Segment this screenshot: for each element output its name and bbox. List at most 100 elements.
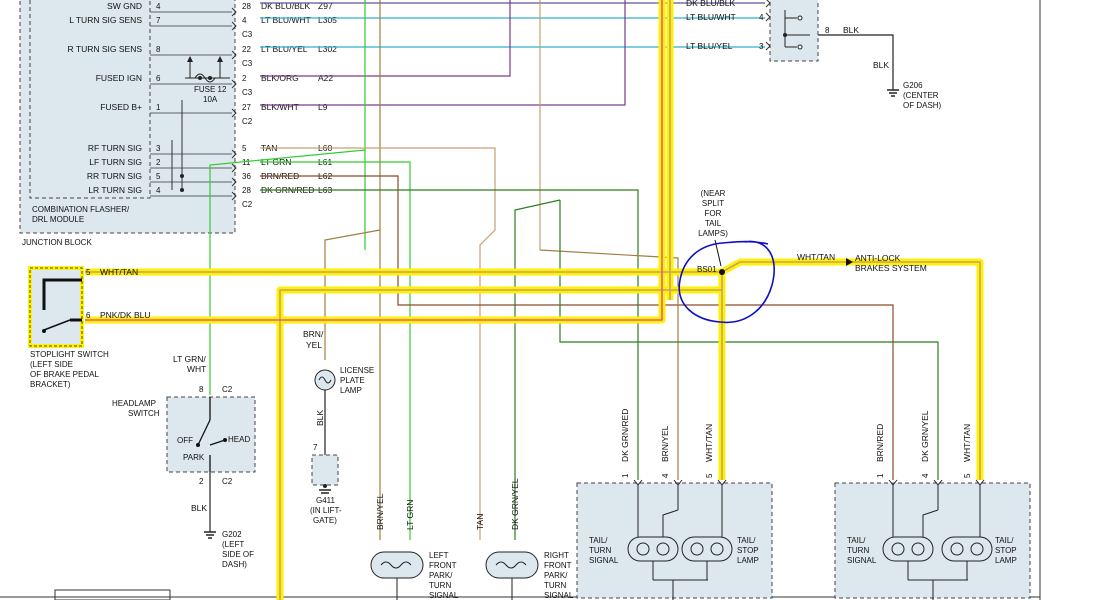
- license-wire-in-1: BRN/: [303, 329, 324, 339]
- flasher-module-title-2: DRL MODULE: [32, 215, 84, 224]
- rear-lamp-right-title: LAMP: [737, 556, 759, 565]
- right-switch-out-pin: 8: [825, 26, 830, 35]
- rear-lamp-left-title: TURN: [847, 546, 869, 555]
- jb-row-wire: BLK/ORG: [261, 73, 299, 83]
- jb-row-pin: 6: [156, 74, 161, 83]
- headlamp-wire-out: BLK: [191, 503, 207, 513]
- rear-lamp-right-title: STOP: [737, 546, 759, 555]
- g411-line2: GATE): [313, 516, 337, 525]
- jb-node-2: [180, 188, 184, 192]
- junction-block-title: JUNCTION BLOCK: [22, 238, 92, 247]
- front-lamp-title-line: SIGNAL: [429, 591, 459, 600]
- jb-row-pin: 4: [156, 186, 161, 195]
- splice-note-line: (NEAR: [701, 189, 726, 198]
- splice-note-line: TAIL: [705, 219, 722, 228]
- jb-row-label: FUSED IGN: [96, 73, 142, 83]
- jb-row-cpin: 28: [242, 2, 251, 11]
- front-lamp-wire-label: DK GRN/YEL: [510, 478, 520, 530]
- jb-row-pin: 2: [156, 158, 161, 167]
- g202-id: G202: [222, 530, 242, 539]
- wire-brn-red-rr: [260, 175, 894, 480]
- right-switch-wire: DK BLU/BLK: [686, 0, 735, 8]
- stoplight-pin6: 6: [86, 311, 91, 320]
- front-lamp-title-line: PARK/: [544, 571, 568, 580]
- jb-row-circuit: L305: [318, 15, 337, 25]
- g202-line2: SIDE OF: [222, 550, 254, 559]
- rear-lamp-stop-bulb-icon: [681, 536, 733, 562]
- license-title-3: LAMP: [340, 386, 362, 395]
- jb-row-cpin: 2: [242, 74, 247, 83]
- rear-lamp-wire-label: WHT/TAN: [962, 424, 972, 462]
- jb-row-cpin: 36: [242, 172, 251, 181]
- front-lamp-title-line: FRONT: [429, 561, 457, 570]
- right-switch-pin: 3: [759, 42, 764, 51]
- front-lamp-wire-label: TAN: [475, 514, 485, 530]
- license-wire-in-2: YEL: [306, 340, 322, 350]
- front-lamp-bulb-icon: [485, 551, 539, 579]
- jb-row-cpin: 27: [242, 103, 251, 112]
- jb-row-conn: C2: [242, 117, 253, 126]
- jb-row-conn: C3: [242, 30, 253, 39]
- right-front-lamp: TAN DK GRN/YEL RIGHTFRONTPARK/TURNSIGNAL: [475, 478, 574, 600]
- jb-row-label: RF TURN SIG: [88, 143, 142, 153]
- front-lamp-title-line: TURN: [429, 581, 451, 590]
- headlamp-park: PARK: [183, 453, 205, 462]
- jb-row-pin: 1: [156, 103, 161, 112]
- jb-row-wire: LT BLU/WHT: [261, 15, 311, 25]
- front-lamp-title-line: RIGHT: [544, 551, 569, 560]
- rear-lamp-left-title: SIGNAL: [847, 556, 877, 565]
- g206-line2: OF DASH): [903, 101, 942, 110]
- right-switch-chevron-icon: [765, 12, 771, 22]
- splice-note-line: SPLIT: [702, 199, 724, 208]
- jb-row-circuit: L9: [318, 102, 328, 112]
- jb-row-cpin: 28: [242, 186, 251, 195]
- headlamp-off: OFF: [177, 436, 193, 445]
- right-rear-lamp-assembly: 1 BRN/RED 4 DK GRN/YEL 5 WHT/TAN TAIL/TURNSIGN…: [834, 410, 1031, 600]
- rear-lamp-stop-bulb-icon: [941, 536, 993, 562]
- rear-lamp-pin: 1: [621, 473, 630, 478]
- abs-dest-2: BRAKES SYSTEM: [855, 263, 927, 273]
- rear-lamp-pin: 5: [705, 473, 714, 478]
- right-switch-wire: LT BLU/WHT: [686, 12, 736, 22]
- g202-line3: DASH): [222, 560, 247, 569]
- rear-lamp-wire-label: WHT/TAN: [704, 424, 714, 462]
- right-switch-chevron-icon: [765, 41, 771, 51]
- g206-id: G206: [903, 81, 923, 90]
- right-switch-box: [769, 0, 819, 62]
- ground-g202-icon: [204, 531, 216, 539]
- rear-lamp-wire-label: DK GRN/YEL: [920, 410, 930, 462]
- right-switch-out-wire: BLK: [843, 25, 859, 35]
- front-lamp-wire-label: LT GRN: [405, 500, 415, 530]
- g202-line1: (LEFT: [222, 540, 244, 549]
- rear-lamp-pin: 5: [963, 473, 972, 478]
- rear-lamp-left-title: SIGNAL: [589, 556, 619, 565]
- front-lamp-wire-label: BRN/YEL: [375, 493, 385, 530]
- splice-id: BS01: [697, 265, 717, 274]
- wire-brn-yel-park: [324, 229, 381, 360]
- jb-row-circuit: A22: [318, 73, 333, 83]
- fuse-name: FUSE 12: [194, 85, 227, 94]
- jb-row-pin: 3: [156, 144, 161, 153]
- rear-lamp-wire-label: DK GRN/RED: [620, 409, 630, 462]
- ground-g206-icon: [887, 89, 899, 97]
- splice-note-line: LAMPS): [698, 229, 728, 238]
- headlamp-conn-bot: C2: [222, 477, 233, 486]
- right-switch-rows: DK BLU/BLK LT BLU/WHT 4 LT BLU/YEL 3: [686, 0, 771, 51]
- jb-row-label: L TURN SIG SENS: [69, 15, 142, 25]
- jb-row-cpin: 5: [242, 144, 247, 153]
- splice-note: (NEARSPLITFORTAILLAMPS): [698, 189, 728, 238]
- jb-row-conn: C3: [242, 59, 253, 68]
- front-lamp-title-line: SIGNAL: [544, 591, 574, 600]
- front-lamp-title-line: PARK/: [429, 571, 453, 580]
- jb-row-wire: LT BLU/YEL: [261, 44, 308, 54]
- stoplight-title-line: OF BRAKE PEDAL: [30, 370, 99, 379]
- title-block-stub: [54, 589, 171, 600]
- left-front-lamp: BRN/YEL LT GRN LEFTFRONTPARK/TURNSIGNAL: [370, 493, 459, 600]
- stoplight-title-line: STOPLIGHT SWITCH: [30, 350, 109, 359]
- jb-row-label: SW GND: [107, 1, 142, 11]
- wire-blk-wht: [260, 0, 626, 106]
- license-pin: 7: [313, 443, 318, 452]
- jb-node-1: [180, 174, 184, 178]
- rear-lamp-turn-bulb-icon: [627, 536, 679, 562]
- stoplight-wire5: WHT/TAN: [100, 267, 138, 277]
